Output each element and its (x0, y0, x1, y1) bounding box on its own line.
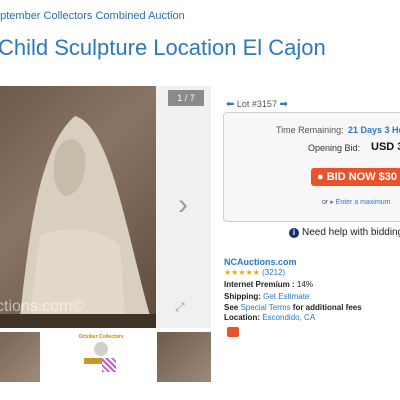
next-image-icon[interactable]: › (178, 190, 188, 220)
bidding-help-link[interactable]: i Need help with bidding? (289, 227, 400, 238)
terms-suffix: for additional fees (292, 303, 362, 312)
lot-nav: ⬅ Lot #3157 ➡ (226, 99, 288, 110)
thumbnail-title: October Collectors (78, 334, 124, 340)
location-label: Location: (224, 313, 260, 322)
enter-maximum-link[interactable]: ▸ Enter a maximum (330, 199, 390, 206)
seller-name-link[interactable]: NCAuctions.com (224, 257, 297, 267)
special-terms-link[interactable]: Special Terms (240, 303, 290, 312)
info-icon: i (289, 228, 299, 238)
main-photo[interactable]: ctions.com© (0, 86, 156, 328)
shipping-label: Shipping: (224, 292, 261, 301)
terms-prefix: See (224, 303, 239, 312)
seller-badge-icon[interactable] (227, 327, 239, 337)
lot-number: Lot #3157 (236, 99, 277, 109)
page-title: Child Sculpture Location El Cajon (0, 35, 326, 60)
time-remaining-label: Time Remaining: (276, 125, 344, 135)
qr-code-image (102, 358, 116, 372)
shipping-row: Shipping: Get Estimate (224, 292, 309, 301)
premium-value: 14% (296, 280, 313, 289)
location-link[interactable]: Escondido, CA (262, 313, 315, 322)
bid-now-button[interactable]: ● BID NOW $30 (311, 168, 400, 186)
or-text: or (322, 199, 329, 206)
sculpture-image (0, 116, 156, 328)
location-row: Location: Escondido, CA (224, 313, 315, 322)
premium-label: Internet Premium : (224, 280, 295, 289)
fullscreen-icon[interactable]: ⤢ (175, 300, 185, 315)
opening-bid-label: Opening Bid: (308, 143, 361, 153)
image-counter: 1 / 7 (168, 90, 204, 106)
opening-bid-value: USD 3 (371, 141, 400, 153)
help-text: Need help with bidding? (302, 227, 400, 238)
gold-bar-image (84, 358, 102, 364)
internet-premium-row: Internet Premium : 14% (224, 280, 313, 289)
max-bid-row: or ▸ Enter a maximum (322, 198, 391, 206)
bid-icon: ● (317, 171, 327, 183)
thumbnail-3[interactable] (157, 332, 211, 382)
watermark: ctions.com© (0, 298, 85, 315)
next-lot-icon[interactable]: ➡ (279, 99, 287, 110)
coin-image (94, 342, 108, 356)
shipping-estimate-link[interactable]: Get Estimate (263, 292, 309, 301)
terms-row: See Special Terms for additional fees (224, 303, 362, 312)
breadcrumb[interactable]: eptember Collectors Combined Auction (0, 10, 185, 22)
thumbnail-2[interactable]: October Collectors (78, 332, 124, 382)
star-icons: ★★★★★ (224, 268, 260, 277)
rating-count: (3212) (262, 268, 286, 277)
thumbnail-1[interactable] (0, 332, 40, 382)
enter-maximum-label: Enter a maximum (335, 199, 391, 206)
prev-lot-icon[interactable]: ⬅ (226, 99, 234, 110)
seller-rating[interactable]: ★★★★★ (3212) (224, 268, 285, 277)
bid-now-label: BID NOW $30 (326, 171, 397, 183)
time-remaining-value: 21 Days 3 Ho (348, 125, 400, 135)
